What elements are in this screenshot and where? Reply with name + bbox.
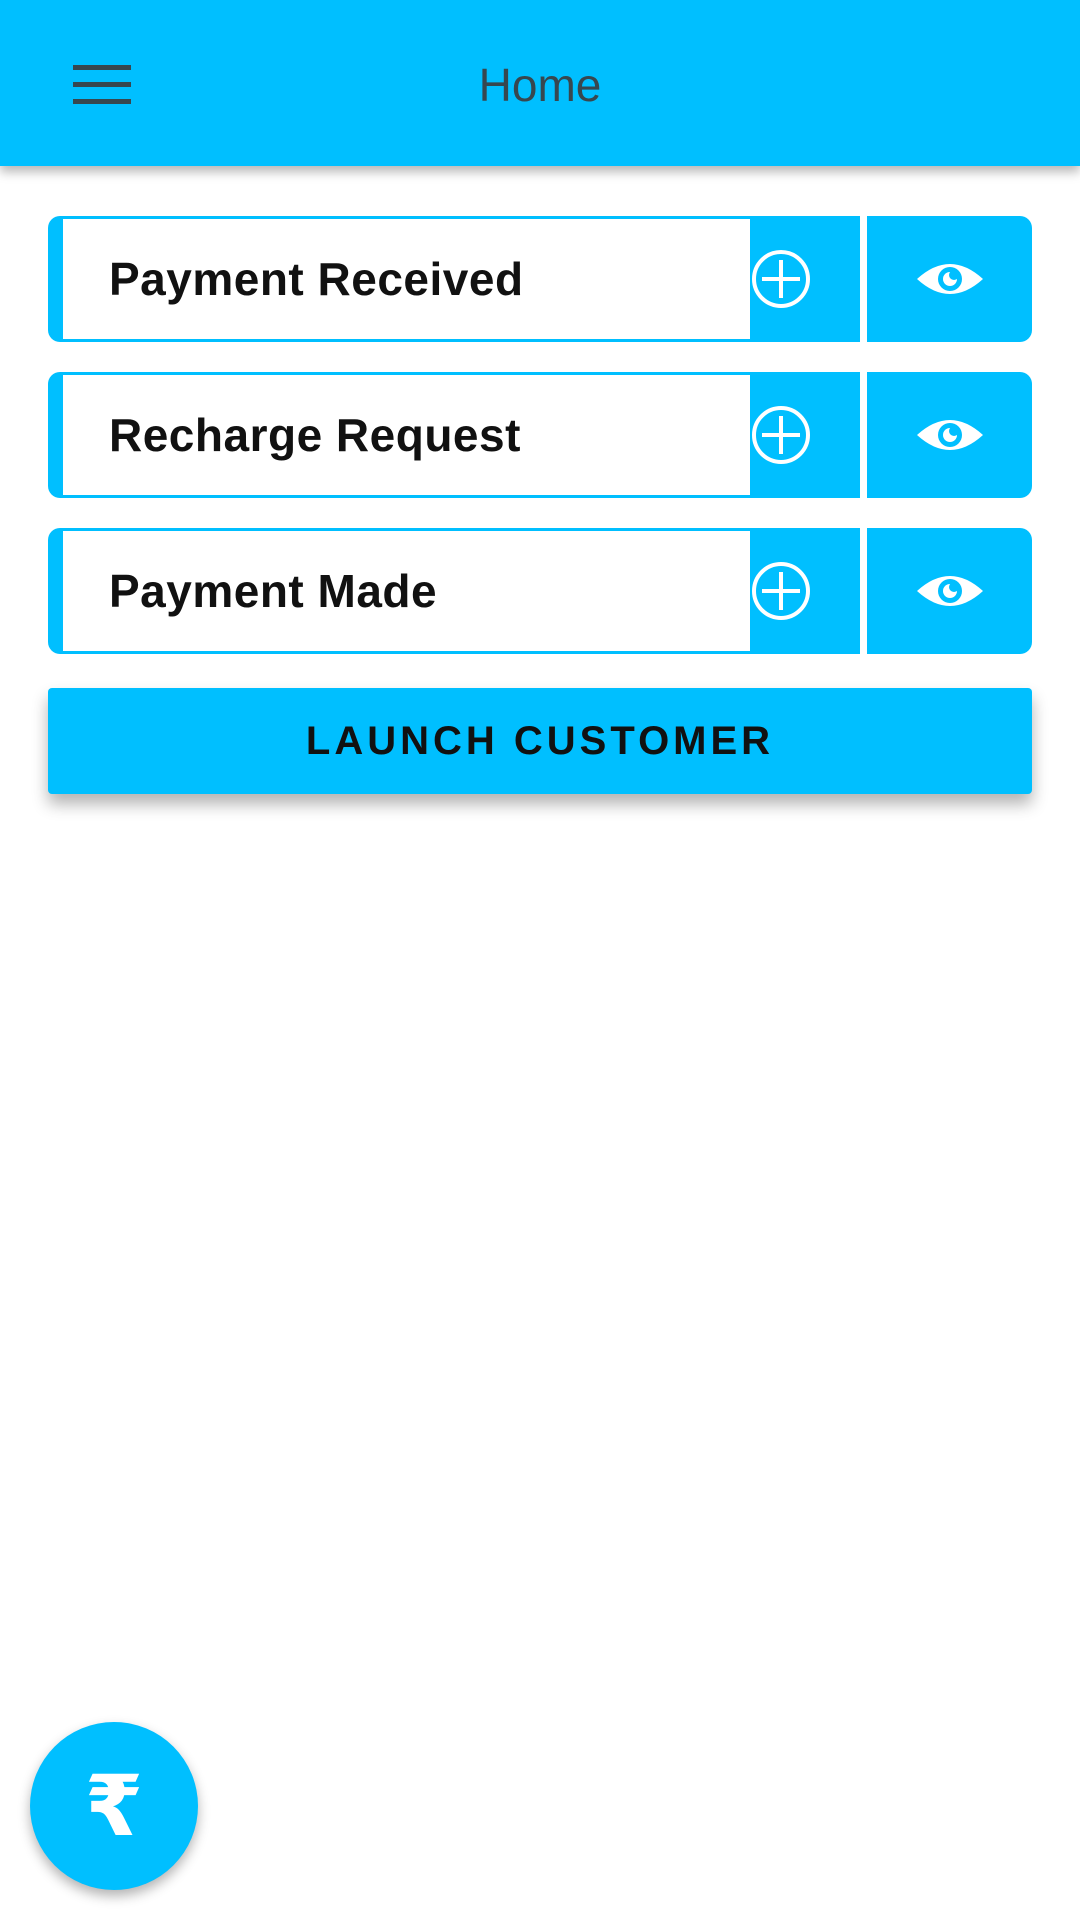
row-label: Payment Received: [63, 219, 750, 339]
page-title: Home: [478, 59, 602, 111]
circle-plus-icon: [752, 562, 810, 620]
add-payment-made-button[interactable]: [702, 528, 860, 654]
view-payment-received-button[interactable]: [867, 216, 1032, 342]
add-payment-received-button[interactable]: [702, 216, 860, 342]
eye-icon: [916, 576, 983, 606]
eye-icon: [916, 420, 983, 450]
row-payment-made: Payment Made: [48, 528, 1032, 654]
view-recharge-request-button[interactable]: [867, 372, 1032, 498]
hamburger-menu-icon: [73, 65, 131, 104]
add-recharge-request-button[interactable]: [702, 372, 860, 498]
circle-plus-icon: [752, 250, 810, 308]
row-label: Recharge Request: [63, 375, 750, 495]
row-divider: [860, 216, 867, 342]
action-rows: Payment Received Recharge Request Paymen…: [48, 216, 1032, 684]
rupee-icon: ₹: [84, 1757, 144, 1855]
view-payment-made-button[interactable]: [867, 528, 1032, 654]
menu-button[interactable]: [56, 44, 148, 126]
rupee-fab-button[interactable]: ₹: [30, 1722, 198, 1890]
row-divider: [860, 372, 867, 498]
row-recharge-request: Recharge Request: [48, 372, 1032, 498]
row-divider: [860, 528, 867, 654]
launch-customer-button[interactable]: LAUNCH CUSTOMER: [48, 688, 1032, 794]
eye-icon: [916, 264, 983, 294]
row-label: Payment Made: [63, 531, 750, 651]
app-bar: Home: [0, 0, 1080, 166]
circle-plus-icon: [752, 406, 810, 464]
row-payment-received: Payment Received: [48, 216, 1032, 342]
